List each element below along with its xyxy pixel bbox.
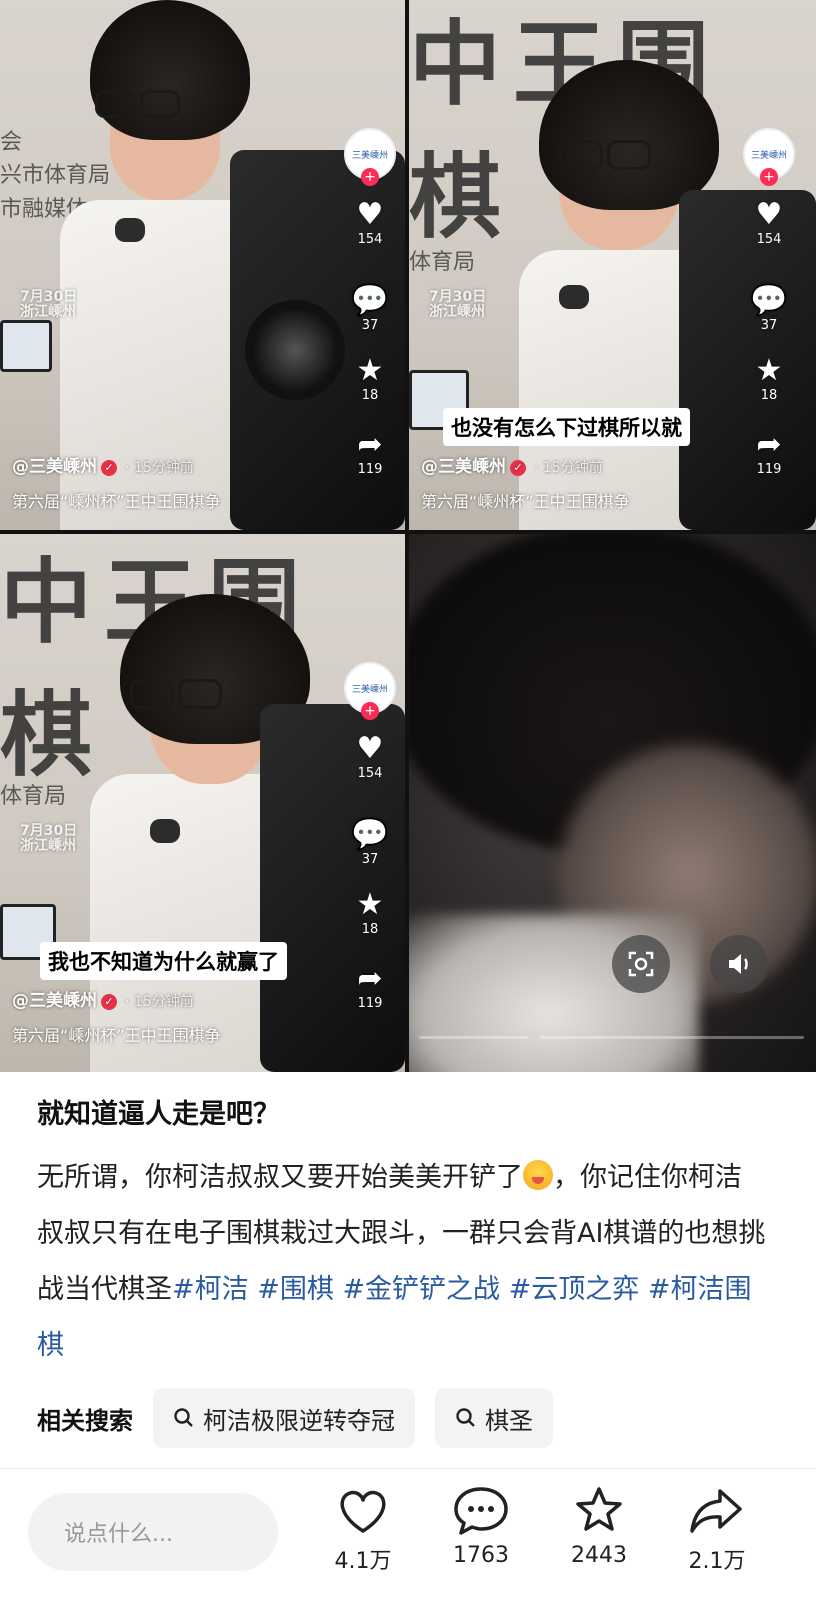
video-description: 第六届“嵊州杯”王中王围棋争 (421, 492, 630, 511)
date-watermark: 7月30日 浙江嵊州 (20, 289, 78, 321)
follow-plus-icon[interactable]: + (361, 168, 379, 186)
share-side[interactable]: ➦ 119 (749, 427, 789, 478)
verified-icon: ✓ (101, 994, 117, 1010)
video-frame-2[interactable]: 中王围棋 体育局 7月30日 浙江嵊州 三美嵊州 + ♥ 154 💬 37 ★ … (409, 0, 816, 530)
creator-avatar[interactable]: 三美嵊州 + (743, 128, 795, 186)
hashtag-link[interactable]: #柯洁 (172, 1274, 249, 1305)
screen-capture-icon (628, 951, 654, 977)
backdrop-text: 兴市体育局 (0, 163, 111, 189)
star-icon: ★ (356, 887, 384, 922)
media-grid: 会 兴市体育局 市融媒体 7月30日 浙江嵊州 三美嵊州 + ♥ 154 💬 3… (0, 0, 816, 1072)
comment-bubble-icon: 💬 (750, 283, 788, 318)
heart-icon: ♥ (356, 197, 384, 232)
creator-avatar[interactable]: 三美嵊州 + (344, 128, 396, 186)
share-arrow-icon (690, 1489, 742, 1533)
related-search-chip[interactable]: 柯洁极限逆转夺冠 (153, 1388, 415, 1448)
creator-avatar[interactable]: 三美嵊州 + (344, 662, 396, 720)
comment-side[interactable]: 💬 37 (350, 283, 390, 334)
screen-capture-button[interactable] (612, 935, 670, 993)
post-title: 就知道逼人走是吧？ (37, 1099, 280, 1130)
speaker-icon (729, 954, 748, 974)
star-side[interactable]: ★ 18 (350, 353, 390, 404)
verified-icon: ✓ (101, 460, 117, 476)
favorite-button[interactable]: 2443 (554, 1483, 644, 1568)
like-side[interactable]: ♥ 154 (749, 197, 789, 248)
video-frame-4[interactable] (409, 534, 816, 1072)
date-watermark: 7月30日 浙江嵊州 (429, 289, 487, 321)
heart-icon: ♥ (755, 197, 783, 232)
like-button[interactable]: 4.1万 (318, 1483, 408, 1575)
comment-side[interactable]: 💬 37 (350, 817, 390, 868)
search-icon (456, 1408, 475, 1427)
heart-icon (340, 1490, 386, 1533)
camera-device (679, 190, 816, 530)
comment-input[interactable]: 说点什么... (28, 1493, 278, 1571)
subtitle-caption: 也没有怎么下过棋所以就 (443, 408, 690, 446)
comment-bubble-icon (454, 1487, 508, 1535)
video-frame-1[interactable]: 会 兴市体育局 市融媒体 7月30日 浙江嵊州 三美嵊州 + ♥ 154 💬 3… (0, 0, 405, 530)
follow-plus-icon[interactable]: + (361, 702, 379, 720)
author-line[interactable]: @三美嵊州 ✓ · 15分钟前 (12, 986, 194, 1011)
share-arrow-icon: ➦ (357, 427, 383, 462)
share-arrow-icon: ➦ (756, 427, 782, 462)
share-arrow-icon: ➦ (357, 961, 383, 996)
yum-emoji-icon (523, 1160, 553, 1190)
post-body: 无所谓，你柯洁叔叔又要开始美美开铲了 ，你记住你柯洁叔叔只有在电子围棋栽过大跟斗，… (37, 1160, 766, 1361)
related-searches: 相关搜索 柯洁极限逆转夺冠 棋圣 (37, 1388, 553, 1448)
progress-segment (419, 1036, 529, 1039)
backdrop-text: 会 (0, 130, 23, 155)
verified-icon: ✓ (510, 460, 526, 476)
video-frame-3[interactable]: 中王围棋 体育局 7月30日 浙江嵊州 三美嵊州 + ♥ 154 💬 37 ★ … (0, 534, 405, 1072)
star-side[interactable]: ★ 18 (749, 353, 789, 404)
author-line[interactable]: @三美嵊州 ✓ · 15分钟前 (12, 452, 194, 477)
hashtag-link[interactable]: #围棋 (257, 1274, 334, 1305)
related-searches-label: 相关搜索 (37, 1406, 133, 1435)
volume-button[interactable] (710, 935, 768, 993)
search-icon (174, 1408, 193, 1427)
star-icon: ★ (755, 353, 783, 388)
share-button[interactable]: 2.1万 (672, 1483, 762, 1575)
star-icon: ★ (356, 353, 384, 388)
video-description: 第六届“嵊州杯”王中王围棋争 (12, 492, 221, 511)
video-description: 第六届“嵊州杯”王中王围棋争 (12, 1026, 221, 1045)
backdrop-text: 体育局 (409, 250, 476, 275)
hashtag-link[interactable]: #云顶之弈 (509, 1274, 640, 1305)
progress-segment (539, 1036, 804, 1039)
heart-icon: ♥ (356, 731, 384, 766)
backdrop-text: 体育局 (0, 784, 67, 809)
bottom-action-bar: 说点什么... 4.1万 1763 2443 2.1万 (0, 1468, 816, 1598)
share-side[interactable]: ➦ 119 (350, 961, 390, 1012)
author-line[interactable]: @三美嵊州 ✓ · 15分钟前 (421, 452, 603, 477)
date-watermark: 7月30日 浙江嵊州 (20, 823, 78, 855)
comment-side[interactable]: 💬 37 (749, 283, 789, 334)
subtitle-caption: 我也不知道为什么就赢了 (40, 942, 287, 980)
share-side[interactable]: ➦ 119 (350, 427, 390, 478)
star-icon (576, 1487, 622, 1531)
like-side[interactable]: ♥ 154 (350, 731, 390, 782)
related-search-chip[interactable]: 棋圣 (435, 1388, 553, 1448)
comment-button[interactable]: 1763 (436, 1483, 526, 1568)
like-side[interactable]: ♥ 154 (350, 197, 390, 248)
comment-bubble-icon: 💬 (351, 283, 389, 318)
hashtag-link[interactable]: #金铲铲之战 (342, 1274, 500, 1305)
comment-bubble-icon: 💬 (351, 817, 389, 852)
star-side[interactable]: ★ 18 (350, 887, 390, 938)
follow-plus-icon[interactable]: + (760, 168, 778, 186)
